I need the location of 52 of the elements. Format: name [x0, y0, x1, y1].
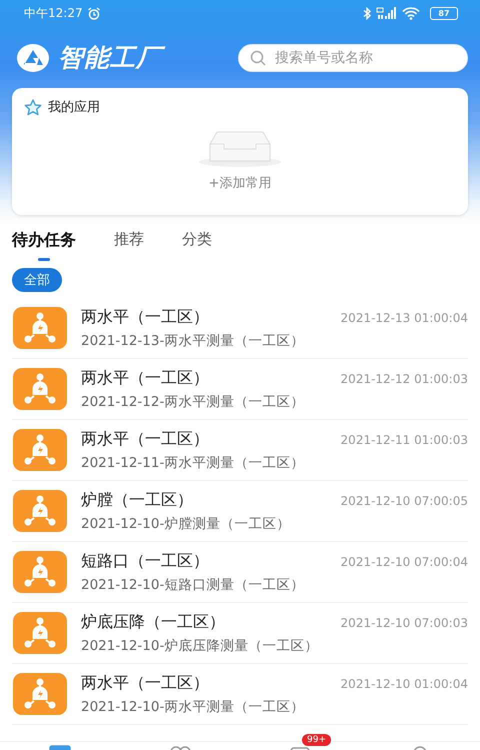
task-title: 两水平（一工区） — [81, 428, 209, 450]
task-time: 2021-12-10 07:00:03 — [340, 616, 468, 630]
filter-chip[interactable]: 全部 — [12, 268, 62, 292]
task-title: 炉膛（一工区） — [81, 490, 193, 510]
task-row[interactable]: 炉底压降（一工区） 2021-12-10 07:00:03 2021-12-10-炉底压降测量（一工区） — [12, 603, 468, 664]
task-subtitle: 2021-12-11-两水平测量（一工区） — [81, 454, 306, 472]
task-time: 2021-12-12 01:00:03 — [340, 372, 468, 386]
signal-icon — [376, 7, 398, 20]
task-row[interactable]: 两水平（一工区） 2021-12-12 01:00:03 2021-12-12-两水平测量（一工区） — [12, 359, 468, 420]
task-subtitle: 2021-12-10-炉底压降测量（一工区） — [81, 636, 320, 654]
task-icon — [13, 551, 67, 593]
task-time: 2021-12-10 07:00:04 — [340, 554, 468, 568]
task-time: 2021-12-10 07:00:05 — [340, 494, 468, 508]
status-time: 中午12:27 — [24, 5, 83, 22]
task-time: 2021-12-11 01:00:03 — [340, 432, 468, 446]
task-icon — [13, 307, 67, 349]
search-field[interactable]: 搜索单号或名称 — [238, 44, 468, 72]
task-subtitle: 2021-12-13-两水平测量（一工区） — [81, 332, 306, 350]
task-row[interactable]: 短路口（一工区） 2021-12-10 07:00:04 2021-12-10-短路口测量（一工区） — [12, 542, 468, 603]
task-icon — [13, 429, 67, 471]
star-icon — [24, 98, 42, 116]
task-title: 炉底压降（一工区） — [81, 612, 225, 632]
task-icon — [13, 368, 67, 410]
task-row[interactable]: 两水平（一工区） 2021-12-13 01:00:04 2021-12-13-两水平测量（一工区） — [12, 298, 468, 359]
task-title: 短路口（一工区） — [81, 550, 209, 572]
tab[interactable]: 分类 — [182, 230, 212, 259]
tab[interactable]: 待办任务 — [12, 230, 76, 261]
task-subtitle: 2021-12-12-两水平测量（一工区） — [81, 392, 306, 410]
task-title: 两水平（一工区） — [81, 368, 209, 388]
task-title: 两水平（一工区） — [81, 672, 209, 694]
bluetooth-icon — [363, 7, 372, 20]
wifi-icon — [402, 7, 420, 20]
task-icon — [13, 612, 67, 654]
logo-icon — [16, 42, 50, 72]
task-subtitle: 2021-12-10-两水平测量（一工区） — [81, 698, 306, 716]
task-time: 2021-12-13 01:00:04 — [340, 310, 468, 324]
section-title: 我的应用 — [48, 99, 100, 116]
task-time: 2021-12-10 01:00:04 — [340, 676, 468, 690]
battery-level: 87 — [430, 7, 458, 20]
task-subtitle: 2021-12-10-炉膛测量（一工区） — [81, 514, 292, 532]
task-title: 两水平（一工区） — [81, 306, 209, 328]
search-icon — [250, 50, 266, 66]
task-row[interactable]: 两水平（一工区） 2021-12-11 01:00:03 2021-12-11-两水平测量（一工区） — [12, 420, 468, 481]
task-icon — [13, 490, 67, 532]
task-row[interactable]: 两水平（一工区） 2021-12-10 01:00:04 2021-12-10-两水平测量（一工区） — [12, 664, 468, 725]
notification-badge: 99+ — [302, 734, 331, 746]
add-favorites-link[interactable]: +添加常用 — [208, 174, 272, 192]
task-subtitle: 2021-12-10-短路口测量（一工区） — [81, 576, 306, 594]
tab[interactable]: 推荐 — [114, 230, 144, 259]
task-icon — [13, 673, 67, 715]
task-row[interactable]: 炉膛（一工区） 2021-12-10 07:00:05 2021-12-10-炉膛测量（一工区） — [12, 481, 468, 542]
alarm-icon — [86, 7, 101, 20]
